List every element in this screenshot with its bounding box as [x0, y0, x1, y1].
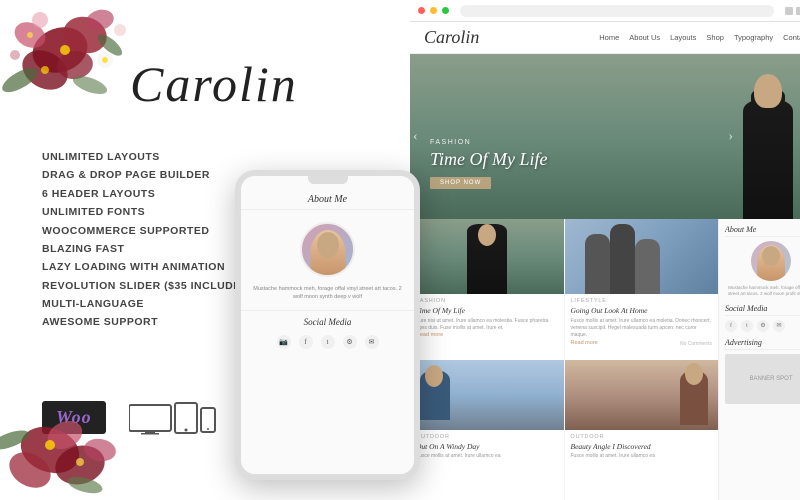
browser-url-bar[interactable] — [460, 5, 774, 17]
browser-maximize-dot — [442, 7, 449, 14]
sidebar-advertising-title: Advertising — [725, 338, 800, 350]
mobile-notch — [308, 176, 348, 184]
mobile-settings-icon[interactable]: ⚙ — [343, 335, 357, 349]
blog-card-1-image — [410, 219, 564, 294]
nav-item-layouts[interactable]: Layouts — [670, 33, 696, 42]
sidebar-ad-banner: BANNER SPOT — [725, 354, 800, 404]
blog-card-2-excerpt: Fusce mollis at amet. Irure ullamco ea m… — [571, 318, 713, 339]
blog-card-3-title: Out On A Windy Day — [416, 442, 558, 452]
content-area: FASHION Time Of My Life Irure nisi ut am… — [410, 219, 800, 500]
feature-item: DRAG & DROP PAGE BUILDER — [42, 166, 253, 184]
right-panel: Carolin Home About Us Layouts Shop Typograph… — [410, 0, 800, 500]
sidebar-avatar — [751, 241, 791, 281]
blog-card-2-body: LIFESTYLE Going Out Look At Home Fusce m… — [565, 294, 719, 360]
hero-text-overlay: FASHION Time Of My Life SHOP NOW — [430, 139, 548, 189]
right-sidebar: About Me Mustache hammock meh, forage of… — [718, 219, 800, 500]
feature-item: UNLIMITED FONTS — [42, 203, 253, 221]
sidebar-social-title: Social Media — [725, 304, 800, 316]
woo-badge-section: Woo — [42, 400, 229, 435]
hero-person-figure — [728, 74, 800, 219]
sidebar-twitter-icon[interactable]: t — [741, 320, 753, 332]
hero-cta-button[interactable]: SHOP NOW — [430, 177, 491, 189]
site-logo: Carolin — [424, 27, 479, 48]
blog-card-1-tag: FASHION — [416, 298, 558, 304]
site-header: Carolin Home About Us Layouts Shop Typograph… — [410, 22, 800, 54]
feature-item: MULTI-LANGUAGE — [42, 295, 253, 313]
blog-card-2-read-more[interactable]: Read more — [571, 340, 598, 346]
feature-item: LAZY LOADING WITH ANIMATION — [42, 258, 253, 276]
sidebar-bio: Mustache hammock meh, forage offal vinyl… — [725, 285, 800, 298]
browser-controls — [785, 7, 800, 15]
nav-item-home[interactable]: Home — [599, 33, 619, 42]
blog-card-1: FASHION Time Of My Life Irure nisi ut am… — [410, 219, 564, 360]
feature-item: REVOLUTION SLIDER ($35 INCLUDED) — [42, 277, 253, 295]
browser-close-dot — [418, 7, 425, 14]
blog-card-4: OUTDOOR Beauty Angle I Discovered Fusce … — [565, 360, 719, 500]
hero-category-tag: FASHION — [430, 139, 548, 146]
hero-prev-arrow[interactable]: ‹ — [413, 129, 418, 145]
mobile-bio: Mustache hammock meh, forage offal vinyl… — [241, 285, 414, 310]
sidebar-settings-icon[interactable]: ⚙ — [757, 320, 769, 332]
blog-card-1-read-more[interactable]: Read more — [416, 332, 558, 338]
feature-item: AWESOME SUPPORT — [42, 313, 253, 331]
sidebar-email-icon[interactable]: ✉ — [773, 320, 785, 332]
blog-card-3-tag: OUTDOOR — [416, 434, 558, 440]
blog-card-2-meta: No Comments — [680, 341, 712, 347]
feature-item: BLAZING FAST — [42, 240, 253, 258]
blog-card-1-title: Time Of My Life — [416, 306, 558, 316]
mobile-instagram-icon[interactable]: 📷 — [277, 335, 291, 349]
mobile-avatar-section — [241, 210, 414, 285]
site-navigation[interactable]: Home About Us Layouts Shop Typography Contact — [599, 33, 800, 42]
features-list: UNLIMITED LAYOUTSDRAG & DROP PAGE BUILDE… — [42, 148, 253, 332]
mobile-social-title: Social Media — [241, 310, 414, 331]
blog-card-2-tag: LIFESTYLE — [571, 298, 713, 304]
blog-card-4-tag: OUTDOOR — [571, 434, 713, 440]
nav-item-about-us[interactable]: About Us — [629, 33, 660, 42]
blog-card-3: OUTDOOR Out On A Windy Day Fusce mollis … — [410, 360, 564, 500]
mobile-frame: About Me Mustache hammock meh, forage of… — [235, 170, 420, 480]
mobile-mockup: About Me Mustache hammock meh, forage of… — [235, 170, 420, 480]
mobile-avatar — [300, 222, 355, 277]
blog-row-2: OUTDOOR Out On A Windy Day Fusce mollis … — [410, 360, 718, 500]
feature-item: WOOCOMMERCE SUPPORTED — [42, 222, 253, 240]
blog-row-1: FASHION Time Of My Life Irure nisi ut am… — [410, 219, 718, 360]
woocommerce-logo: Woo — [42, 401, 106, 434]
hero-section: FASHION Time Of My Life SHOP NOW ‹ › — [410, 54, 800, 219]
browser-minimize-dot — [430, 7, 437, 14]
mobile-social-icons: 📷 f t ⚙ ✉ — [241, 331, 414, 355]
hero-title: Time Of My Life — [430, 149, 548, 171]
nav-item-shop[interactable]: Shop — [706, 33, 724, 42]
hero-next-arrow[interactable]: › — [728, 129, 733, 145]
blog-card-3-image — [410, 360, 564, 430]
blog-card-2-title: Going Out Look At Home — [571, 306, 713, 316]
feature-item: 6 HEADER LAYOUTS — [42, 185, 253, 203]
blog-card-4-image — [565, 360, 719, 430]
nav-item-contact[interactable]: Contact — [783, 33, 800, 42]
browser-chrome — [410, 0, 800, 22]
mobile-email-icon[interactable]: ✉ — [365, 335, 379, 349]
blog-card-4-title: Beauty Angle I Discovered — [571, 442, 713, 452]
brand-logo: Carolin — [130, 55, 298, 113]
mobile-twitter-icon[interactable]: t — [321, 335, 335, 349]
mobile-facebook-icon[interactable]: f — [299, 335, 313, 349]
sidebar-about-title: About Me — [725, 225, 800, 237]
blog-card-1-body: FASHION Time Of My Life Irure nisi ut am… — [410, 294, 564, 360]
blog-card-3-body: OUTDOOR Out On A Windy Day Fusce mollis … — [410, 430, 564, 500]
blog-card-4-excerpt: Fusce mollis at amet. Irure ullamco ea — [571, 453, 713, 460]
sidebar-social-icons: f t ⚙ ✉ — [725, 320, 800, 332]
feature-item: UNLIMITED LAYOUTS — [42, 148, 253, 166]
blog-card-2: LIFESTYLE Going Out Look At Home Fusce m… — [565, 219, 719, 360]
hero-background: FASHION Time Of My Life SHOP NOW ‹ › — [410, 54, 800, 219]
mobile-about-title: About Me — [241, 186, 414, 210]
blog-grid: FASHION Time Of My Life Irure nisi ut am… — [410, 219, 718, 500]
blog-card-4-body: OUTDOOR Beauty Angle I Discovered Fusce … — [565, 430, 719, 500]
blog-card-2-image — [565, 219, 719, 294]
device-icons — [129, 400, 229, 435]
nav-item-typography[interactable]: Typography — [734, 33, 773, 42]
blog-card-1-excerpt: Irure nisi ut amet. Irure ullamco ea mol… — [416, 318, 558, 332]
blog-card-3-excerpt: Fusce mollis at amet. Irure ullamco ea — [416, 453, 558, 460]
mobile-content: About Me Mustache hammock meh, forage of… — [241, 176, 414, 474]
sidebar-facebook-icon[interactable]: f — [725, 320, 737, 332]
